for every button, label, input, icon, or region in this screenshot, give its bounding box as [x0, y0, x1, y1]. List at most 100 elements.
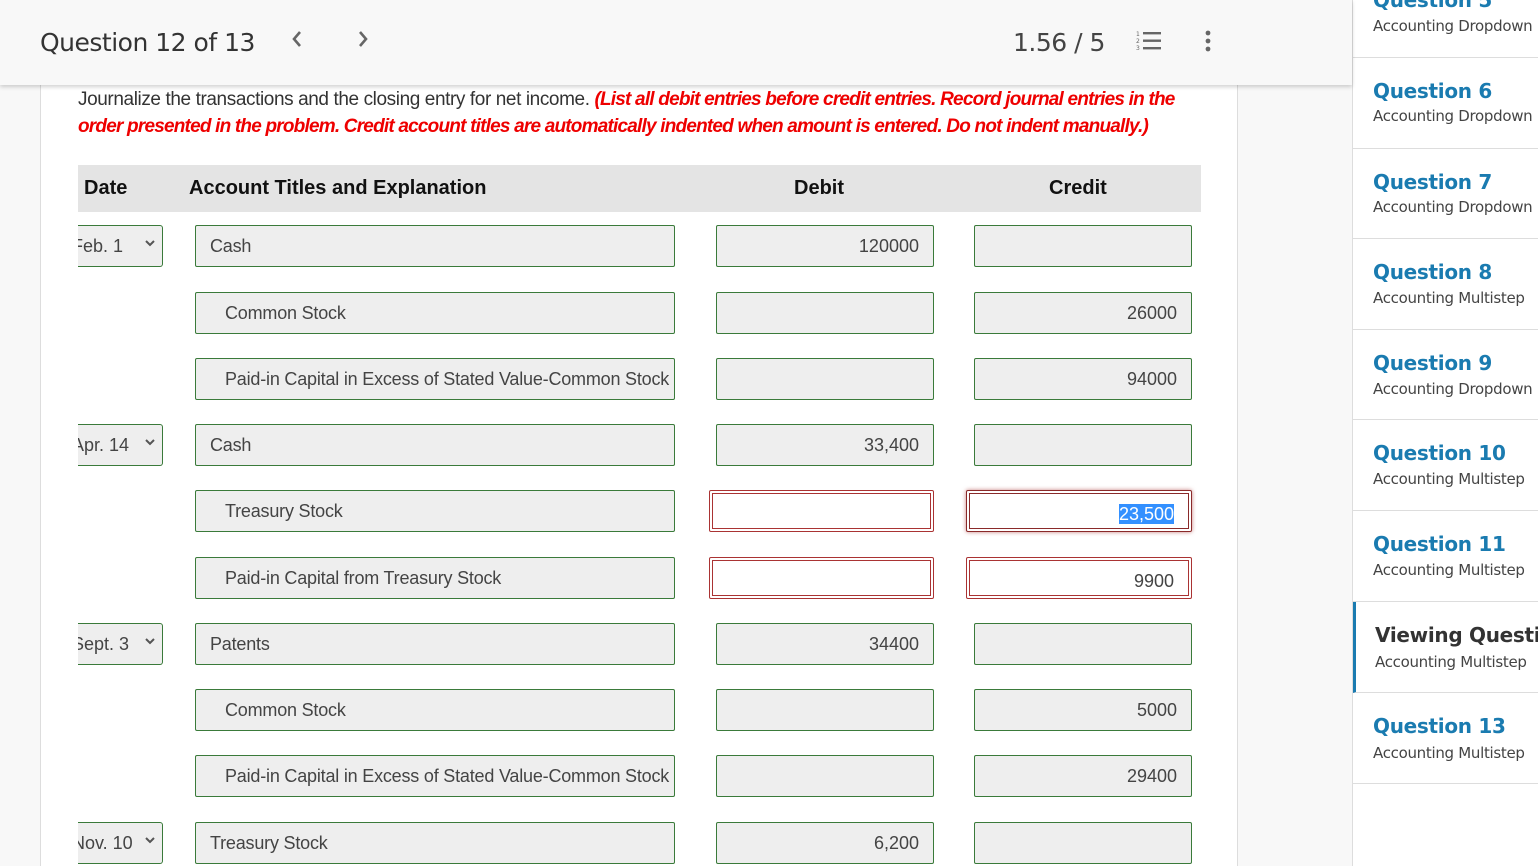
journal-row: Common Stock 5000: [78, 689, 1201, 731]
question-list-button[interactable]: 1 2 3: [1136, 30, 1162, 52]
account-title-input[interactable]: Paid-in Capital in Excess of Stated Valu…: [195, 358, 675, 400]
date-select-value: Sept. 3: [78, 634, 130, 654]
sidebar-question-type: Accounting Dropdown: [1373, 17, 1533, 35]
debit-input[interactable]: 6,200: [716, 822, 934, 864]
chevron-down-icon: [144, 235, 156, 251]
debit-input[interactable]: [716, 755, 934, 797]
chevron-right-icon: [359, 31, 368, 47]
numbered-list-icon: 1 2 3: [1136, 31, 1161, 52]
journal-row: Paid-in Capital in Excess of Stated Valu…: [78, 755, 1201, 797]
date-select[interactable]: Feb. 1: [78, 225, 163, 267]
sidebar-question-type: Accounting Dropdown: [1373, 107, 1533, 125]
sidebar-question-title: Question 7: [1373, 170, 1492, 194]
chevron-down-icon: [144, 434, 156, 450]
credit-input[interactable]: [974, 623, 1192, 665]
debit-input[interactable]: [709, 490, 934, 532]
sidebar-item-question[interactable]: Question 5 Accounting Dropdown: [1353, 0, 1538, 58]
question-position: Question 12 of 13: [40, 28, 255, 57]
sidebar-question-type: Accounting Dropdown: [1373, 198, 1533, 216]
svg-text:1: 1: [1136, 31, 1140, 38]
sidebar-question-type: Accounting Dropdown: [1373, 380, 1533, 398]
sidebar-question-title: Question 5: [1373, 0, 1492, 12]
score-display: 1.56 / 5: [1013, 28, 1105, 57]
header-date: Date: [84, 177, 128, 199]
account-title-input[interactable]: Paid-in Capital from Treasury Stock: [195, 557, 675, 599]
question-instructions: Journalize the transactions and the clos…: [78, 86, 1218, 140]
credit-input[interactable]: 26000: [974, 292, 1192, 334]
debit-input[interactable]: 120000: [716, 225, 934, 267]
sidebar-question-title: Question 8: [1373, 260, 1492, 284]
account-title-input[interactable]: Common Stock: [195, 689, 675, 731]
account-title-input[interactable]: Cash: [195, 424, 675, 466]
account-title-input[interactable]: Common Stock: [195, 292, 675, 334]
journal-row: Feb. 1 Cash 120000: [78, 225, 1201, 267]
sidebar-item-question[interactable]: Question 6 Accounting Dropdown: [1353, 58, 1538, 149]
account-title-input[interactable]: Cash: [195, 225, 675, 267]
debit-input[interactable]: [709, 557, 934, 599]
journal-table-header: Date Account Titles and Explanation Debi…: [78, 165, 1201, 212]
date-select[interactable]: Sept. 3: [78, 623, 163, 665]
date-select[interactable]: Apr. 14: [78, 424, 163, 466]
journal-row: Paid-in Capital in Excess of Stated Valu…: [78, 358, 1201, 400]
instructions-text: Journalize the transactions and the clos…: [78, 89, 595, 110]
credit-input[interactable]: 94000: [974, 358, 1192, 400]
sidebar-item-question[interactable]: Question 9 Accounting Dropdown: [1353, 330, 1538, 420]
header-account-titles: Account Titles and Explanation: [189, 177, 487, 199]
chevron-left-icon: [292, 31, 301, 47]
credit-input[interactable]: 29400: [974, 755, 1192, 797]
date-select-value: Feb. 1: [78, 236, 124, 256]
account-title-input[interactable]: Treasury Stock: [195, 490, 675, 532]
account-title-input[interactable]: Patents: [195, 623, 675, 665]
header-debit: Debit: [794, 177, 844, 199]
date-select-value: Nov. 10: [78, 833, 133, 853]
sidebar-item-question[interactable]: Question 11 Accounting Multistep: [1353, 511, 1538, 602]
selected-text: 23,500: [1118, 504, 1174, 524]
chevron-down-icon: [144, 633, 156, 649]
debit-input[interactable]: [716, 358, 934, 400]
sidebar-question-type: Accounting Multistep: [1373, 470, 1525, 488]
credit-input[interactable]: [974, 424, 1192, 466]
date-select-value: Apr. 14: [78, 435, 130, 455]
journal-row: Common Stock 26000: [78, 292, 1201, 334]
journal-row: Apr. 14 Cash 33,400: [78, 424, 1201, 466]
sidebar-item-question[interactable]: Question 7 Accounting Dropdown: [1353, 149, 1538, 239]
debit-input[interactable]: 34400: [716, 623, 934, 665]
sidebar-question-title: Question 6: [1373, 79, 1492, 103]
account-title-input[interactable]: Paid-in Capital in Excess of Stated Valu…: [195, 755, 675, 797]
journal-row: Treasury Stock 23,500: [78, 490, 1201, 532]
journal-row: Nov. 10 Treasury Stock 6,200: [78, 822, 1201, 864]
sidebar-item-current-question[interactable]: Viewing Question 12 Accounting Multistep: [1353, 602, 1538, 693]
debit-input[interactable]: 33,400: [716, 424, 934, 466]
sidebar-question-type: Accounting Multistep: [1373, 289, 1525, 307]
more-options-button[interactable]: [1200, 30, 1216, 52]
question-sidebar: Question 5 Accounting Dropdown Question 6 A…: [1352, 0, 1538, 866]
sidebar-question-title: Question 11: [1373, 532, 1506, 556]
sidebar-question-title: Question 9: [1373, 351, 1492, 375]
debit-input[interactable]: [716, 689, 934, 731]
header-credit: Credit: [1049, 177, 1107, 199]
sidebar-question-type: Accounting Multistep: [1373, 561, 1525, 579]
debit-input[interactable]: [716, 292, 934, 334]
sidebar-question-title: Viewing Question 12: [1375, 623, 1538, 647]
sidebar-item-question[interactable]: Question 10 Accounting Multistep: [1353, 420, 1538, 511]
credit-input[interactable]: 5000: [974, 689, 1192, 731]
sidebar-item-question[interactable]: Question 13 Accounting Multistep: [1353, 693, 1538, 784]
sidebar-question-type: Accounting Multistep: [1373, 744, 1525, 762]
journal-row: Sept. 3 Patents 34400: [78, 623, 1201, 665]
sidebar-question-type: Accounting Multistep: [1375, 653, 1527, 671]
journal-row: Paid-in Capital from Treasury Stock 9900: [78, 557, 1201, 599]
next-question-button[interactable]: [356, 26, 370, 56]
date-select[interactable]: Nov. 10: [78, 822, 163, 864]
credit-input[interactable]: 23,500: [966, 490, 1192, 532]
more-vertical-icon: [1205, 30, 1211, 52]
previous-question-button[interactable]: [290, 26, 304, 56]
svg-text:2: 2: [1136, 38, 1140, 45]
svg-text:3: 3: [1136, 45, 1140, 52]
question-header: Question 12 of 13 1.56 / 5 1 2 3: [0, 0, 1352, 85]
sidebar-item-question[interactable]: Question 8 Accounting Multistep: [1353, 239, 1538, 330]
credit-input[interactable]: [974, 822, 1192, 864]
sidebar-question-title: Question 10: [1373, 441, 1506, 465]
account-title-input[interactable]: Treasury Stock: [195, 822, 675, 864]
credit-input[interactable]: 9900: [966, 557, 1192, 599]
credit-input[interactable]: [974, 225, 1192, 267]
